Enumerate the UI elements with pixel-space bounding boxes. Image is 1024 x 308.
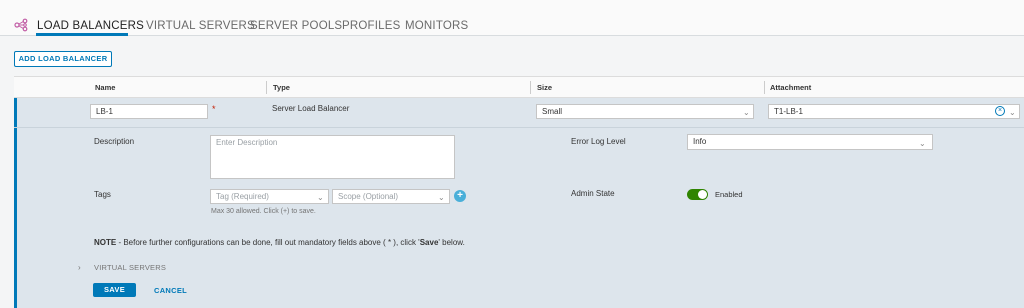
virtual-servers-section-toggle[interactable]: VIRTUAL SERVERS [94, 263, 166, 272]
add-load-balancer-button[interactable]: ADD LOAD BALANCER [14, 51, 112, 67]
size-select[interactable]: Small ⌄ [536, 104, 754, 119]
top-tab-bar: LOAD BALANCERS VIRTUAL SERVERS SERVER PO… [0, 0, 1024, 36]
name-input[interactable]: LB-1 [90, 104, 208, 119]
column-separator[interactable] [266, 81, 267, 94]
error-log-level-label: Error Log Level [571, 137, 626, 146]
save-button[interactable]: SAVE [93, 283, 136, 297]
column-header-size[interactable]: Size [537, 83, 552, 92]
size-value: Small [542, 107, 563, 116]
error-log-level-value: Info [693, 137, 707, 146]
tab-monitors[interactable]: MONITORS [405, 20, 468, 32]
required-asterisk: * [212, 104, 216, 114]
column-separator[interactable] [764, 81, 765, 94]
note-save-word: Save [419, 238, 439, 247]
column-header-name[interactable]: Name [95, 83, 115, 92]
chevron-down-icon: ⌄ [1009, 108, 1016, 117]
add-tag-plus-icon[interactable]: + [454, 190, 466, 202]
scope-placeholder: Scope (Optional) [338, 192, 399, 201]
error-log-level-select[interactable]: Info ⌄ [687, 134, 933, 150]
grid-header: Name Type Size Attachment [14, 76, 1024, 98]
tab-server-pools[interactable]: SERVER POOLS [250, 20, 342, 32]
column-separator[interactable] [530, 81, 531, 94]
chevron-down-icon: ⌄ [919, 139, 926, 148]
attachment-value: T1-LB-1 [774, 107, 803, 116]
load-balancer-icon [14, 18, 28, 32]
note-suffix: ' below. [438, 238, 465, 247]
admin-state-value: Enabled [715, 190, 743, 199]
row-divider [14, 127, 1024, 128]
type-value: Server Load Balancer [272, 104, 350, 113]
tags-label: Tags [94, 190, 111, 199]
tab-load-balancers[interactable]: LOAD BALANCERS [37, 20, 144, 32]
tag-select[interactable]: Tag (Required) ⌄ [210, 189, 329, 204]
tab-profiles[interactable]: PROFILES [342, 20, 400, 32]
description-label: Description [94, 137, 135, 146]
mandatory-fields-note: NOTE - Before further configurations can… [94, 238, 465, 247]
column-header-type[interactable]: Type [273, 83, 290, 92]
active-tab-indicator [36, 33, 128, 36]
tags-hint: Max 30 allowed. Click (+) to save. [211, 208, 316, 215]
column-header-attachment[interactable]: Attachment [770, 83, 811, 92]
chevron-down-icon: ⌄ [317, 193, 324, 202]
cancel-button[interactable]: CANCEL [154, 286, 187, 295]
note-text: - Before further configurations can be d… [116, 238, 420, 247]
scope-select[interactable]: Scope (Optional) ⌄ [332, 189, 450, 204]
description-textarea[interactable]: Enter Description [210, 135, 455, 179]
chevron-down-icon: ⌄ [438, 193, 445, 202]
tag-placeholder: Tag (Required) [216, 192, 269, 201]
attachment-select[interactable]: T1-LB-1 × ⌄ [768, 104, 1020, 119]
admin-state-label: Admin State [571, 189, 615, 198]
clear-icon[interactable]: × [995, 106, 1005, 116]
load-balancer-edit-row [14, 98, 1024, 308]
tab-virtual-servers[interactable]: VIRTUAL SERVERS [146, 20, 255, 32]
note-prefix: NOTE [94, 238, 117, 247]
chevron-down-icon: ⌄ [743, 108, 750, 117]
admin-state-toggle[interactable] [687, 189, 708, 200]
chevron-right-icon[interactable]: › [78, 263, 81, 272]
